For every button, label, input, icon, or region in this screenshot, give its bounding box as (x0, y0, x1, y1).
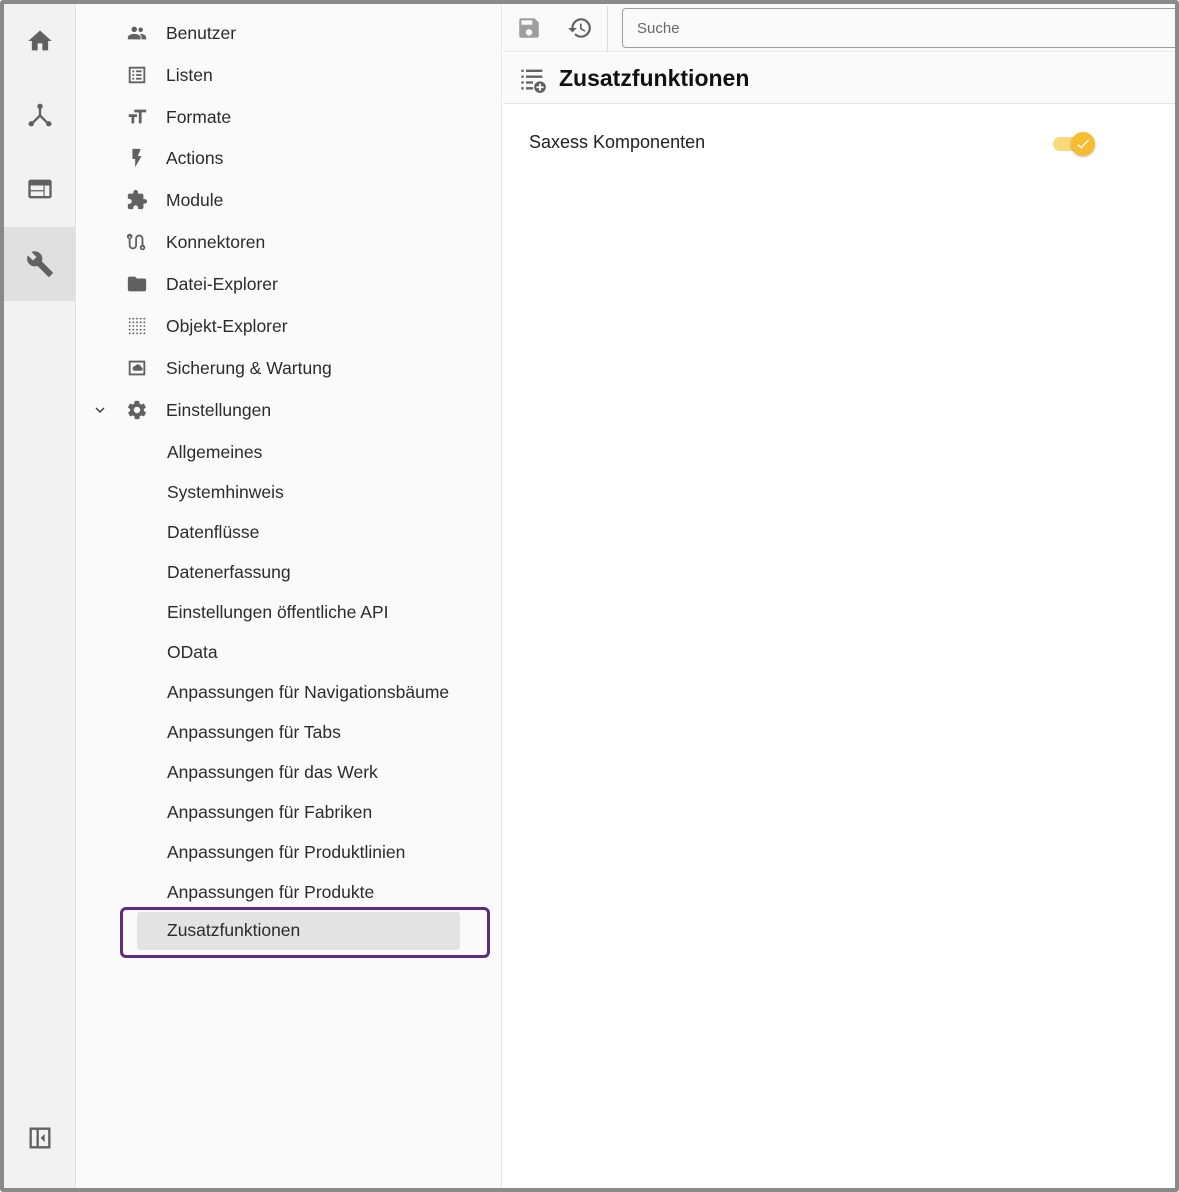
sidebar-item-label: Benutzer (166, 22, 237, 43)
sidebar-subitem-label: Systemhinweis (167, 481, 284, 502)
sidebar-subitem-allgemeines[interactable]: Allgemeines (77, 432, 502, 472)
sidebar-subitem-label: Anpassungen für Tabs (167, 721, 341, 742)
sidebar-item-label: Konnektoren (166, 231, 266, 252)
sidebar-subitem-label: Anpassungen für das Werk (167, 761, 378, 782)
rail-home-button[interactable] (4, 4, 76, 78)
sidebar-subitem-tabs[interactable]: Anpassungen für Tabs (77, 712, 502, 752)
settings-sidebar: Benutzer Listen Formate Actions Module K… (77, 4, 502, 1188)
sidebar-item-benutzer[interactable]: Benutzer (77, 13, 502, 53)
toolbar-divider (607, 6, 608, 52)
sidebar-item-listen[interactable]: Listen (77, 55, 502, 95)
sidebar-subitem-datenerfassung[interactable]: Datenerfassung (77, 552, 502, 592)
chevron-down-icon[interactable] (91, 401, 109, 419)
collapse-sidebar-icon (29, 1127, 51, 1149)
rail-hierarchy-button[interactable] (4, 78, 76, 152)
rail-admin-button[interactable] (4, 227, 76, 301)
sidebar-item-label: Objekt-Explorer (166, 315, 288, 336)
sidebar-subitem-systemhinweis[interactable]: Systemhinweis (77, 472, 502, 512)
wrench-icon (27, 251, 53, 277)
dot-grid-icon (125, 314, 149, 338)
page-header: Zusatzfunktionen (503, 53, 1175, 104)
sidebar-item-einstellungen[interactable]: Einstellungen (77, 390, 502, 430)
hierarchy-icon (28, 103, 52, 127)
rail-webview-button[interactable] (4, 152, 76, 226)
saxess-komponenten-toggle[interactable] (1051, 131, 1099, 157)
sidebar-subitem-datenfluesse[interactable]: Datenflüsse (77, 512, 502, 552)
sidebar-subitem-odata[interactable]: OData (77, 632, 502, 672)
sidebar-subitem-navigationsbaeume[interactable]: Anpassungen für Navigationsbäume (77, 672, 502, 712)
puzzle-icon (125, 188, 149, 212)
folder-icon (125, 272, 149, 296)
sidebar-subitem-werk[interactable]: Anpassungen für das Werk (77, 752, 502, 792)
sidebar-subitem-label: Einstellungen öffentliche API (167, 601, 389, 622)
setting-label-saxess: Saxess Komponenten (529, 132, 706, 152)
sidebar-subitem-oeffentliche-api[interactable]: Einstellungen öffentliche API (77, 592, 502, 632)
sidebar-subitem-label: Datenflüsse (167, 521, 260, 542)
save-button[interactable] (513, 12, 545, 44)
backup-icon (125, 356, 149, 380)
sidebar-subitem-label: OData (167, 641, 218, 662)
sidebar-item-label: Formate (166, 106, 232, 127)
route-icon (125, 230, 149, 254)
sidebar-item-objekt-explorer[interactable]: Objekt-Explorer (77, 306, 502, 346)
sidebar-item-module[interactable]: Module (77, 180, 502, 220)
web-view-icon (28, 179, 52, 199)
list-add-icon (519, 65, 547, 93)
sidebar-item-label: Einstellungen (166, 399, 272, 420)
toggle-thumb (1071, 132, 1095, 156)
restore-icon (568, 18, 591, 38)
sidebar-subitem-label: Anpassungen für Navigationsbäume (167, 681, 450, 702)
sidebar-item-formate[interactable]: Formate (77, 97, 502, 137)
sidebar-subitem-fabriken[interactable]: Anpassungen für Fabriken (77, 792, 502, 832)
sidebar-subitem-label: Anpassungen für Produkte (167, 881, 375, 902)
sidebar-subitem-label: Datenerfassung (167, 561, 291, 582)
sidebar-subitem-label: Anpassungen für Fabriken (167, 801, 373, 822)
save-icon (519, 18, 539, 38)
sidebar-item-konnektoren[interactable]: Konnektoren (77, 222, 502, 262)
text-format-icon (125, 105, 149, 129)
home-icon (28, 30, 52, 51)
app-rail (4, 4, 76, 1188)
check-icon (1077, 139, 1089, 149)
sidebar-item-sicherung-wartung[interactable]: Sicherung & Wartung (77, 348, 502, 388)
users-icon (125, 21, 149, 45)
toolbar (503, 4, 1179, 52)
sidebar-item-label: Datei-Explorer (166, 273, 278, 294)
sidebar-item-label: Module (166, 189, 224, 210)
sidebar-subitem-produktlinien[interactable]: Anpassungen für Produktlinien (77, 832, 502, 872)
settings-content: Saxess Komponenten (503, 105, 1175, 1188)
sidebar-item-label: Sicherung & Wartung (166, 357, 332, 378)
list-icon (125, 63, 149, 87)
search-input[interactable] (622, 8, 1179, 48)
gear-icon (125, 398, 149, 422)
sidebar-item-label: Actions (166, 147, 224, 168)
sidebar-item-actions[interactable]: Actions (77, 138, 502, 178)
sidebar-subitem-produkte[interactable]: Anpassungen für Produkte (77, 872, 502, 912)
sidebar-subitem-zusatzfunktionen[interactable]: Zusatzfunktionen (77, 910, 502, 950)
sidebar-item-datei-explorer[interactable]: Datei-Explorer (77, 264, 502, 304)
sidebar-subitem-label: Anpassungen für Produktlinien (167, 841, 406, 862)
sidebar-item-label: Listen (166, 64, 213, 85)
page-title: Zusatzfunktionen (559, 65, 750, 91)
collapse-sidebar-button[interactable] (4, 1101, 76, 1175)
restore-button[interactable] (564, 12, 596, 44)
bolt-icon (125, 146, 149, 170)
sidebar-subitem-label: Allgemeines (167, 441, 263, 462)
sidebar-subitem-label: Zusatzfunktionen (167, 919, 301, 940)
